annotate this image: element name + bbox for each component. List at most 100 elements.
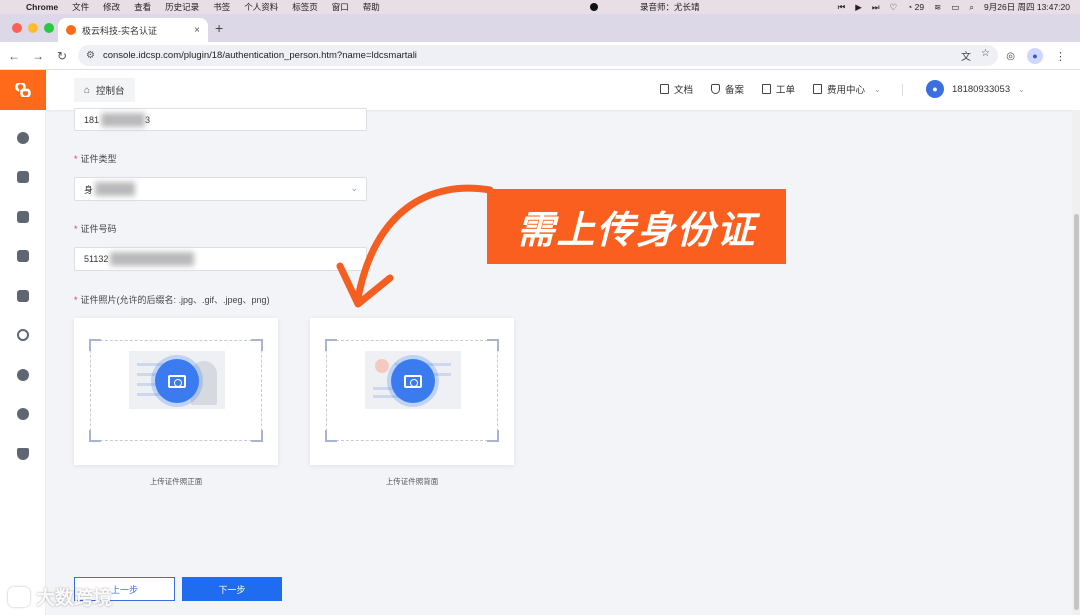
- browser-tab[interactable]: 极云科技-实名认证 ×: [58, 18, 208, 42]
- menu-profile[interactable]: 个人资料: [244, 1, 278, 13]
- brand-logo[interactable]: [0, 70, 46, 110]
- phone-field[interactable]: 181 3: [74, 108, 367, 131]
- battery-icon[interactable]: ▭: [951, 2, 959, 13]
- watermark-text: 大数跨境: [36, 588, 113, 609]
- header-link-tickets[interactable]: 工单: [762, 82, 795, 96]
- browser-tab-strip: 极云科技-实名认证 × +: [0, 14, 1080, 42]
- id-photo-label: * 证件照片(允许的后缀名: .jpg、.gif、.jpeg、png): [74, 295, 270, 305]
- chevron-down-icon: ⌄: [1018, 84, 1025, 94]
- bookmark-star-icon[interactable]: ☆: [981, 48, 990, 63]
- ticket-icon: [762, 84, 772, 94]
- compass-icon: [17, 408, 29, 421]
- upload-front-caption: 上传证件照正面: [149, 477, 203, 486]
- header-link-tickets-label: 工单: [776, 85, 796, 96]
- record-icon[interactable]: [590, 3, 598, 11]
- watermark-logo-icon: [8, 586, 30, 607]
- profile-avatar-icon[interactable]: ●: [1027, 48, 1043, 64]
- gear-icon: [17, 131, 29, 144]
- sidebar-item-domain[interactable]: [0, 316, 46, 356]
- sidebar-item-compass[interactable]: [0, 395, 46, 435]
- media-next-icon[interactable]: ⏭: [872, 2, 880, 13]
- recorder-label: 录音师：尤长靖: [640, 2, 700, 12]
- chrome-menu-icon[interactable]: ⋮: [1055, 50, 1066, 63]
- header-link-docs[interactable]: 文档: [660, 82, 693, 96]
- sidebar-item-ssl[interactable]: [0, 355, 46, 395]
- video-watermark: 大数跨境: [8, 583, 112, 610]
- menu-file[interactable]: 文件: [72, 1, 89, 13]
- mac-menu-bar: Chrome 文件 修改 查看 历史记录 书签 个人资料 标签页 窗口 帮助 录…: [0, 0, 1080, 14]
- brand-logo-icon: [15, 83, 31, 97]
- reload-icon[interactable]: ↻: [50, 49, 74, 63]
- clock-datetime: 9月26日 周四 13:47:20: [984, 2, 1070, 12]
- menu-window[interactable]: 窗口: [332, 1, 349, 13]
- menu-tabs[interactable]: 标签页: [292, 1, 318, 13]
- user-menu[interactable]: ● 18180933053 ⌄: [926, 80, 1025, 98]
- back-icon[interactable]: ←: [2, 49, 26, 63]
- upload-back-caption: 上传证件照背面: [385, 477, 439, 486]
- media-play-icon[interactable]: ▶: [855, 2, 862, 13]
- search-icon[interactable]: ⌕: [969, 2, 974, 13]
- translate-icon[interactable]: 文: [961, 48, 971, 63]
- app-sidebar: [0, 70, 46, 615]
- id-photo-label-text: 证件照片(允许的后缀名: .jpg、.gif、.jpeg、png): [80, 295, 270, 305]
- id-type-label: * 证件类型: [74, 154, 117, 164]
- header-link-billing[interactable]: 费用中心 ⌄: [813, 82, 881, 96]
- redacted-blur: [95, 182, 136, 196]
- national-emblem-icon: [375, 359, 389, 373]
- next-step-button[interactable]: 下一步: [182, 577, 282, 601]
- database-icon: [17, 210, 29, 223]
- wifi-icon[interactable]: ≋: [934, 2, 941, 13]
- upload-frame: [89, 339, 263, 442]
- chat-icon[interactable]: ◔ 29: [907, 2, 924, 12]
- close-window-icon[interactable]: [12, 23, 22, 33]
- extension-icon[interactable]: ◎: [1006, 51, 1015, 62]
- header-link-filing[interactable]: 备案: [711, 82, 744, 96]
- minimize-window-icon[interactable]: [28, 23, 38, 33]
- annotation-arrow: [336, 184, 494, 308]
- sidebar-item-security[interactable]: [0, 434, 46, 474]
- id-type-value: 身: [84, 184, 94, 195]
- page-scrollbar-thumb[interactable]: [1074, 214, 1079, 610]
- upload-back-card[interactable]: [310, 318, 514, 465]
- maximize-window-icon[interactable]: [44, 23, 54, 33]
- menu-history[interactable]: 历史记录: [165, 1, 199, 13]
- camera-icon[interactable]: [391, 359, 435, 403]
- heart-icon[interactable]: ♡: [889, 2, 897, 13]
- ssl-icon: [17, 368, 29, 381]
- menu-view[interactable]: 查看: [134, 1, 151, 13]
- id-type-select[interactable]: 身 ⌄: [74, 177, 367, 201]
- forward-icon[interactable]: →: [26, 49, 50, 63]
- tab-title: 极云科技-实名认证: [82, 25, 157, 36]
- menu-edit[interactable]: 修改: [103, 1, 120, 13]
- address-bar[interactable]: ⚙ console.idcsp.com/plugin/18/authentica…: [78, 45, 998, 66]
- chat-count: 29: [914, 2, 925, 12]
- upload-front-card[interactable]: [74, 318, 278, 465]
- home-icon: ⌂: [84, 84, 91, 96]
- close-tab-icon[interactable]: ×: [194, 25, 200, 36]
- media-prev-icon[interactable]: ⏮: [838, 2, 846, 13]
- new-tab-icon[interactable]: +: [215, 20, 223, 36]
- annotation-banner-text: 需上传身份证: [516, 208, 757, 252]
- id-number-field[interactable]: 51132: [74, 247, 367, 271]
- sidebar-item-box[interactable]: [0, 237, 46, 277]
- header-link-filing-label: 备案: [725, 85, 745, 96]
- sidebar-item-server-settings[interactable]: [0, 276, 46, 316]
- server-settings-icon: [17, 289, 29, 302]
- site-settings-icon[interactable]: ⚙: [86, 50, 95, 61]
- header-links: 文档 备案 工单 费用中心 ⌄: [660, 82, 881, 96]
- id-number-value: 51132: [84, 254, 109, 264]
- console-button[interactable]: ⌂ 控制台: [74, 78, 135, 102]
- sidebar-item-settings[interactable]: [0, 118, 46, 158]
- camera-icon[interactable]: [155, 359, 199, 403]
- annotation-banner: 需上传身份证: [487, 189, 786, 264]
- redacted-blur: [101, 112, 146, 127]
- menu-bookmarks[interactable]: 书签: [213, 1, 230, 13]
- header-link-docs-label: 文档: [674, 85, 694, 96]
- sidebar-item-servers[interactable]: [0, 158, 46, 198]
- header-divider: [902, 84, 903, 96]
- id-number-label-text: 证件号码: [80, 224, 117, 234]
- user-avatar-icon: ●: [926, 80, 944, 98]
- menu-help[interactable]: 帮助: [363, 1, 380, 13]
- menu-app-name[interactable]: Chrome: [26, 2, 58, 12]
- sidebar-item-database[interactable]: [0, 197, 46, 237]
